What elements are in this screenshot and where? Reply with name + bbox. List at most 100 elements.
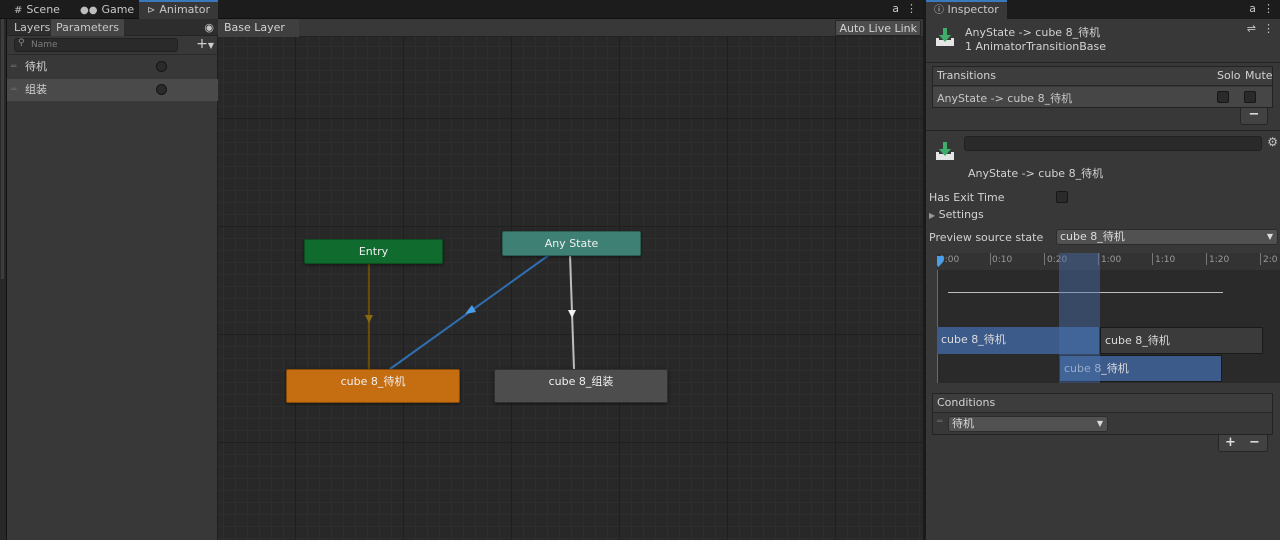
chevron-down-icon: ▼ (1266, 232, 1273, 241)
state-cube-idle[interactable]: cube 8_待机 (286, 369, 460, 403)
lock-icon[interactable]: а (1249, 2, 1256, 15)
separator (926, 130, 1280, 131)
kebab-menu-icon[interactable]: ⋮ (1263, 2, 1274, 15)
add-parameter-button[interactable]: +▼ (196, 36, 214, 52)
search-field[interactable]: ⚲ (14, 38, 178, 52)
separator (926, 62, 1280, 63)
tick-mark (1206, 253, 1207, 265)
search-input[interactable] (31, 39, 171, 51)
add-condition-button[interactable]: + (1225, 435, 1236, 450)
tab-parameters[interactable]: Parameters (51, 19, 124, 36)
inspector-window-menu[interactable]: а ⋮ (1249, 2, 1274, 15)
tab-layers[interactable]: Layers (9, 19, 55, 36)
eye-icon[interactable]: ◉ (204, 21, 214, 34)
preview-source-label: Preview source state (929, 231, 1044, 244)
editor-tab-bar: # Scene ●● Game ⊳ Animator а ⋮ (0, 0, 923, 19)
tick-mark (990, 253, 991, 265)
remove-condition-button[interactable]: − (1249, 435, 1260, 450)
state-any-state[interactable]: Any State (502, 231, 641, 256)
tick-label: 1:00 (1101, 255, 1122, 265)
preset-icon[interactable]: ⇌ (1247, 22, 1256, 35)
playhead-marker-icon[interactable] (937, 256, 943, 267)
kebab-menu-icon[interactable]: ⋮ (1263, 22, 1274, 35)
gamepad-icon: ●● (80, 5, 98, 16)
parameter-name[interactable]: 组装 (25, 79, 47, 101)
search-icon: ⚲ (18, 38, 25, 48)
state-cube-assemble[interactable]: cube 8_组装 (494, 369, 668, 403)
transition-subtitle: AnyState -> cube 8_待机 (968, 167, 1104, 180)
transition-timeline[interactable]: 0:00 0:10 0:20 1:00 1:10 1:20 2:0 cube 8… (937, 253, 1280, 383)
tab-game[interactable]: ●● Game (72, 0, 142, 19)
transitions-list: Transitions Solo Mute AnyState -> cube 8… (932, 66, 1273, 108)
solo-checkbox[interactable] (1217, 91, 1229, 103)
has-exit-time-checkbox[interactable] (1056, 191, 1068, 203)
search-row: ⚲ +▼ (7, 36, 218, 55)
has-exit-time-label: Has Exit Time (929, 191, 1005, 204)
drag-handle-icon[interactable]: ═ (11, 56, 16, 78)
graph-toolbar: Base Layer Auto Live Link (218, 19, 923, 37)
preview-source-dropdown[interactable]: cube 8_待机 ▼ (1056, 229, 1278, 245)
transition-icon (936, 28, 954, 46)
tick-label: 1:20 (1209, 255, 1230, 265)
lock-icon[interactable]: а (892, 2, 899, 15)
entry-transition-arrow (365, 315, 373, 323)
source-clip-next[interactable]: cube 8_待机 (1100, 327, 1263, 354)
transition-layer (365, 254, 576, 370)
tab-scene-label: Scene (26, 3, 60, 16)
parameter-row[interactable]: ═ 待机 (7, 56, 218, 78)
animator-graph[interactable]: Base Layer Auto Live Link Entry Any Stat… (218, 19, 923, 540)
mute-column-label: Mute (1245, 69, 1273, 82)
tab-inspector[interactable]: ⓘ Inspector (926, 0, 1007, 19)
window-menu[interactable]: а ⋮ (892, 2, 917, 15)
transition-icon (936, 142, 954, 160)
transition-blend-region[interactable] (1059, 253, 1100, 383)
drag-handle-icon[interactable]: ═ (937, 417, 942, 427)
trigger-toggle[interactable] (156, 84, 167, 95)
kebab-menu-icon[interactable]: ⋮ (906, 2, 917, 15)
tab-scene[interactable]: # Scene (6, 0, 68, 19)
transition-row[interactable]: AnyState -> cube 8_待机 (933, 87, 1272, 107)
anystate-assemble-transition-arrow (568, 310, 576, 318)
info-icon: ⓘ (934, 5, 944, 16)
grid-icon: # (14, 5, 23, 16)
auto-live-link-button[interactable]: Auto Live Link (835, 20, 921, 36)
trigger-toggle[interactable] (156, 61, 167, 72)
parameters-panel: Layers Parameters ◉ ⚲ +▼ ═ 待机 ═ 组装 (7, 19, 218, 540)
settings-label[interactable]: Settings (939, 208, 984, 221)
tick-label: 0:10 (992, 255, 1013, 265)
header-subtitle: 1 AnimatorTransitionBase (965, 40, 1107, 53)
tab-animator-label: Animator (159, 3, 210, 16)
anystate-idle-transition-arrow (465, 305, 476, 314)
condition-parameter-value: 待机 (952, 417, 974, 430)
triangle-right-icon: ▶ (929, 211, 936, 220)
gear-icon[interactable]: ⚙ (1267, 135, 1278, 149)
parameter-name[interactable]: 待机 (25, 56, 47, 78)
solo-column-label: Solo (1217, 69, 1241, 82)
preview-source-value: cube 8_待机 (1060, 230, 1125, 243)
transitions-header: Transitions Solo Mute (933, 67, 1273, 86)
conditions-footer: + − (1218, 435, 1268, 452)
parameter-row[interactable]: ═ 组装 (7, 79, 218, 101)
tab-game-label: Game (101, 3, 135, 16)
tick-mark (1044, 253, 1045, 265)
scrollbar[interactable] (1, 19, 4, 279)
tick-label: 2:0 (1263, 255, 1278, 265)
remove-transition-button[interactable]: − (1240, 108, 1268, 125)
condition-row[interactable]: ═ 待机 ▼ (933, 414, 1272, 434)
inspector-panel: ⓘ Inspector а ⋮ AnyState -> cube 8_待机 1 … (926, 0, 1280, 540)
state-entry[interactable]: Entry (304, 239, 443, 264)
transition-name-field[interactable] (964, 136, 1262, 151)
tab-animator[interactable]: ⊳ Animator (139, 0, 218, 19)
animator-icon: ⊳ (147, 5, 156, 16)
mute-checkbox[interactable] (1244, 91, 1256, 103)
condition-parameter-dropdown[interactable]: 待机 ▼ (948, 416, 1108, 432)
timeline-ruler[interactable]: 0:00 0:10 0:20 1:00 1:10 1:20 2:0 (937, 253, 1280, 270)
header-controls: ⇌ ⋮ (1247, 22, 1274, 35)
header-title: AnyState -> cube 8_待机 (965, 26, 1101, 39)
chevron-down-icon: ▼ (207, 41, 214, 50)
drag-handle-icon[interactable]: ═ (11, 79, 16, 101)
tick-mark (1260, 253, 1261, 265)
transitions-title: Transitions (937, 69, 996, 82)
settings-foldout[interactable]: ▶ Settings (929, 208, 984, 221)
transition-row-label[interactable]: AnyState -> cube 8_待机 (937, 90, 1072, 106)
